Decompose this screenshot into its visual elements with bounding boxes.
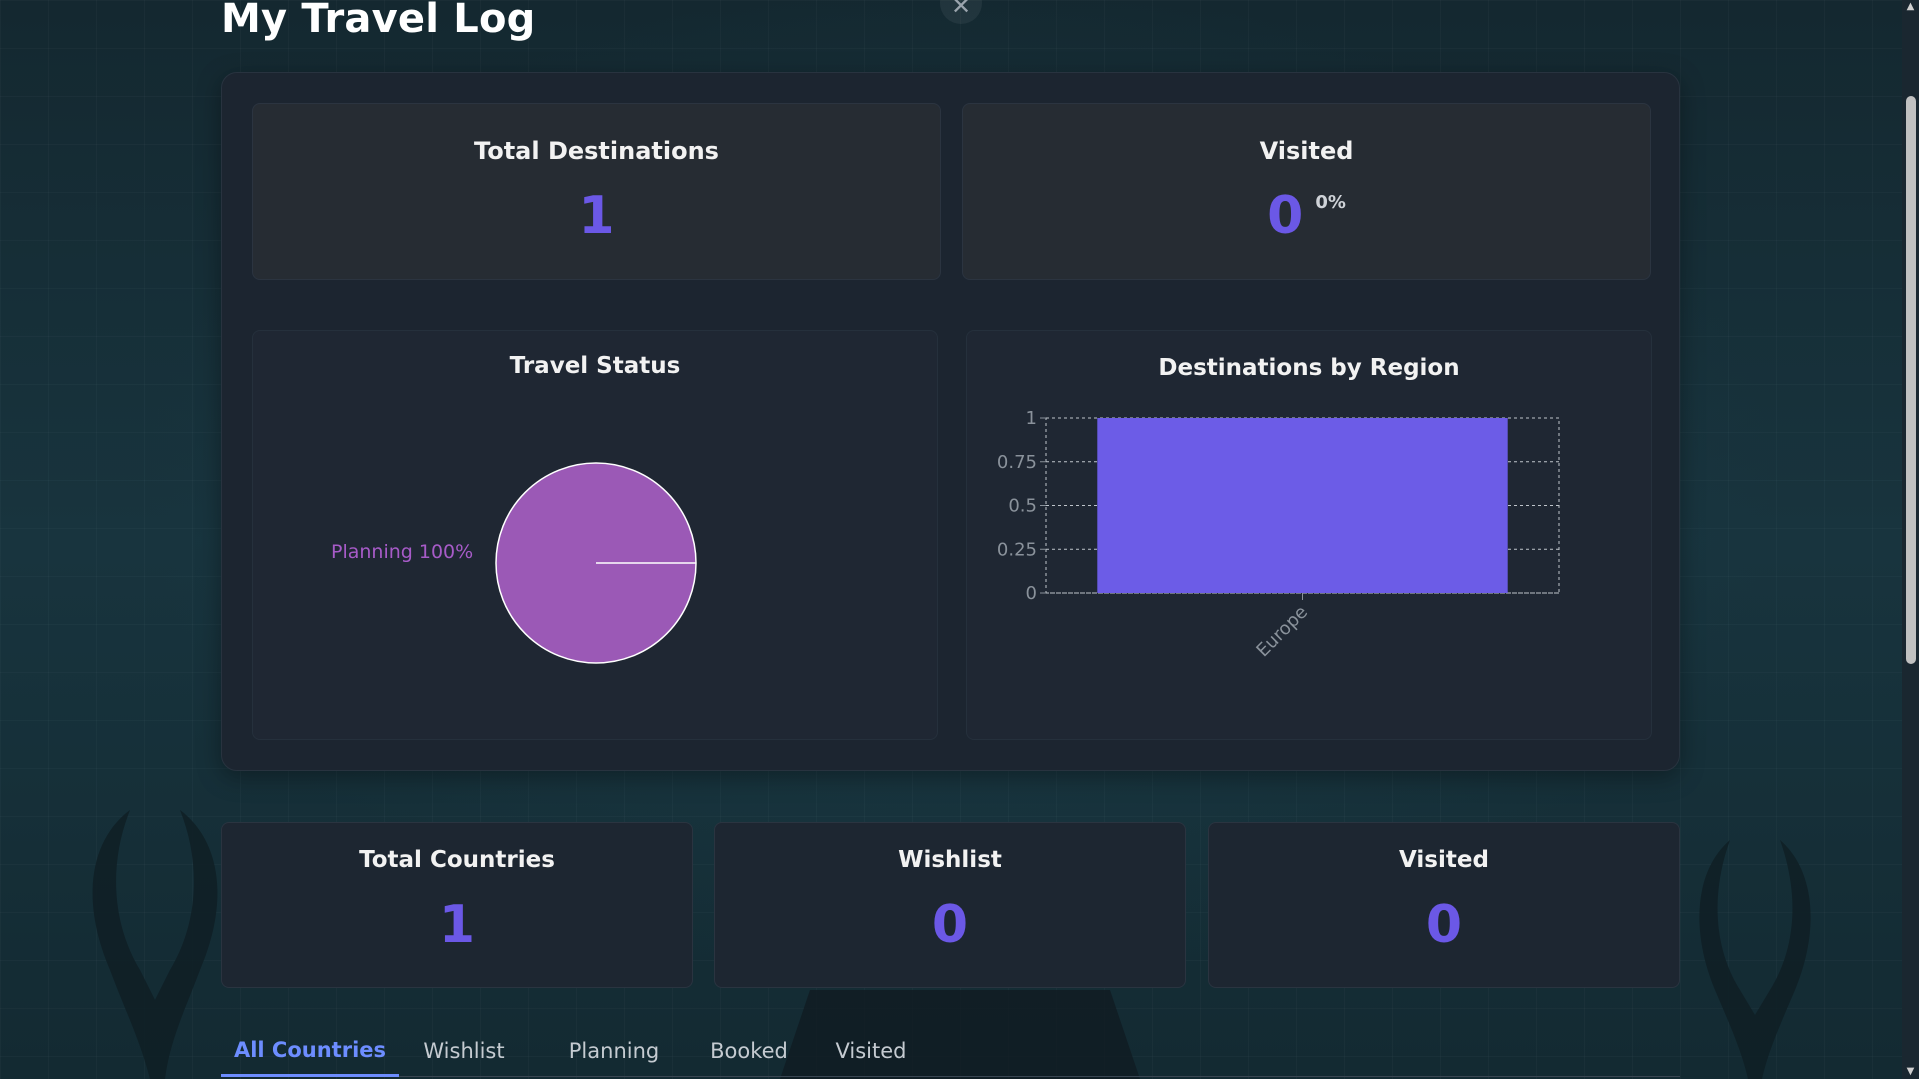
- total-countries-card: Total Countries 1: [221, 822, 693, 988]
- close-button[interactable]: ✕: [940, 0, 982, 24]
- total-destinations-card: Total Destinations 1: [252, 103, 941, 280]
- visited-summary-percent: 0%: [1315, 192, 1346, 213]
- total-destinations-value: 1: [578, 186, 615, 246]
- tab-booked[interactable]: Booked: [689, 1025, 809, 1077]
- total-countries-label: Total Countries: [359, 847, 555, 873]
- page-scrollbar[interactable]: ▲ ▼: [1902, 0, 1919, 1079]
- visited-countries-label: Visited: [1399, 847, 1489, 873]
- visited-summary-values: 0 0%: [963, 186, 1650, 246]
- antelope-silhouette-right: [1699, 840, 1811, 1079]
- wishlist-label: Wishlist: [898, 847, 1002, 873]
- visited-summary-label: Visited: [1259, 137, 1354, 165]
- visited-summary-card: Visited 0 0%: [962, 103, 1651, 280]
- tab-planning[interactable]: Planning: [541, 1025, 687, 1077]
- tab-wishlist[interactable]: Wishlist: [409, 1025, 519, 1077]
- visited-countries-card: Visited 0: [1208, 822, 1680, 988]
- total-destinations-label: Total Destinations: [474, 137, 719, 165]
- wishlist-card: Wishlist 0: [714, 822, 1186, 988]
- bar-europe[interactable]: [1097, 418, 1508, 593]
- country-filter-tabs: All Countries Wishlist Planning Booked V…: [221, 1025, 1680, 1077]
- total-countries-value: 1: [438, 895, 476, 955]
- y-tick-label: 0.75: [997, 452, 1037, 473]
- tab-visited[interactable]: Visited: [811, 1025, 931, 1077]
- x-tick-label: Europe: [1252, 602, 1312, 662]
- wishlist-value: 0: [931, 895, 969, 955]
- visited-summary-value: 0: [1267, 186, 1304, 246]
- scroll-up-arrow-icon[interactable]: ▲: [1902, 0, 1919, 14]
- region-bar-chart: 0 0.25 0.5 0.75 1 Europe: [997, 408, 1560, 662]
- pie-slice-label: Planning 100%: [331, 541, 474, 563]
- tab-all-countries[interactable]: All Countries: [221, 1025, 399, 1077]
- visited-countries-value: 0: [1425, 895, 1463, 955]
- travel-status-card: Travel Status Planning 100%: [252, 330, 938, 740]
- scroll-down-arrow-icon[interactable]: ▼: [1902, 1065, 1919, 1079]
- antelope-silhouette-left: [92, 810, 218, 1079]
- page-title: My Travel Log: [221, 0, 536, 42]
- travel-status-pie-chart: [495, 462, 697, 664]
- y-tick-label: 0.5: [1008, 496, 1037, 517]
- y-tick-label: 0: [1026, 583, 1037, 604]
- dashboard-panel: Total Destinations 1 Visited 0 0% Travel…: [221, 72, 1680, 771]
- scrollbar-thumb[interactable]: [1906, 96, 1916, 664]
- y-tick-label: 1: [1026, 408, 1037, 429]
- y-tick-label: 0.25: [997, 539, 1037, 560]
- region-chart-card: Destinations by Region 0 0.25 0.5 0.75 1 Euro…: [966, 330, 1652, 740]
- close-icon: ✕: [950, 0, 972, 20]
